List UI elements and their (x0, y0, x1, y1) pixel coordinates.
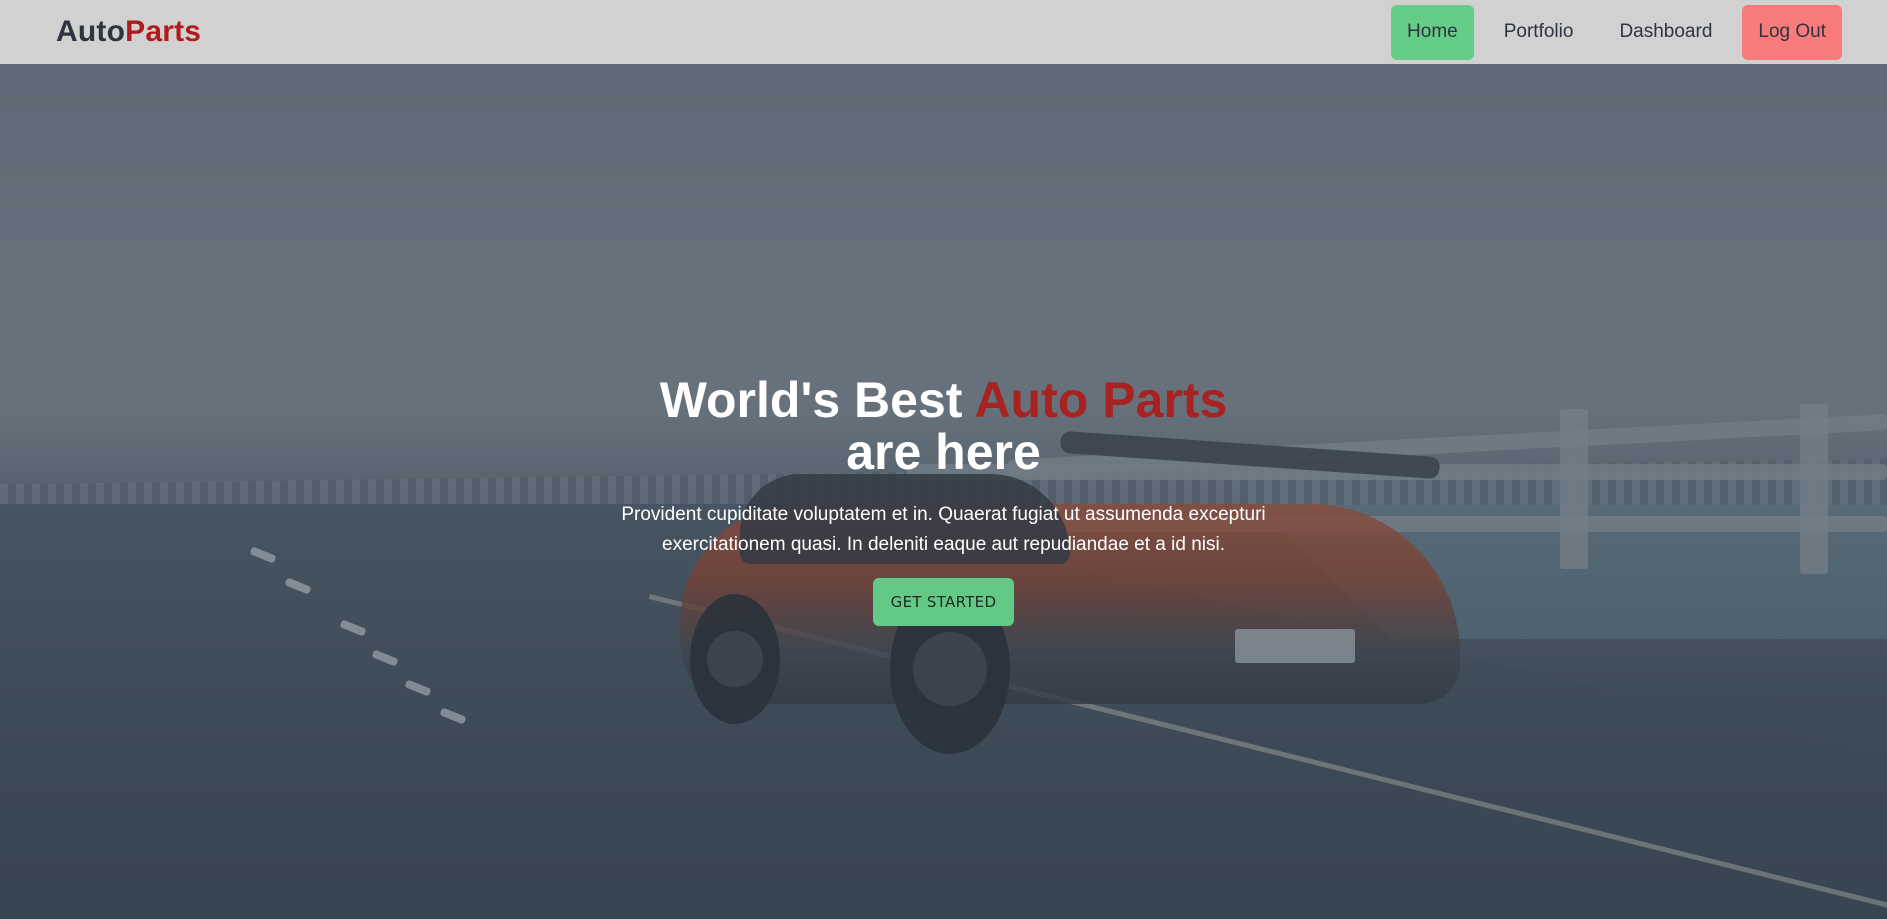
hero-title: World's Best Auto Parts are here (594, 374, 1294, 478)
hero-title-accent: Auto Parts (974, 372, 1228, 428)
brand-logo-part1: Auto (56, 15, 126, 48)
brand-logo[interactable]: AutoParts (56, 15, 201, 49)
main-nav: Home Portfolio Dashboard Log Out (1391, 4, 1842, 60)
top-navbar: AutoParts Home Portfolio Dashboard Log O… (0, 0, 1887, 64)
hero-description: Provident cupiditate voluptatem et in. Q… (621, 504, 1266, 555)
logout-button[interactable]: Log Out (1742, 4, 1842, 60)
hero-section: World's Best Auto Parts are here Provide… (0, 64, 1887, 919)
hero-title-part2: are here (846, 424, 1041, 480)
nav-portfolio-link[interactable]: Portfolio (1488, 5, 1590, 60)
nav-home-button[interactable]: Home (1391, 4, 1474, 60)
hero-title-part1: World's Best (659, 372, 975, 428)
nav-dashboard-link[interactable]: Dashboard (1603, 5, 1728, 60)
hero-content: World's Best Auto Parts are here Provide… (0, 374, 1887, 626)
get-started-button[interactable]: GET STARTED (872, 578, 1015, 626)
brand-logo-part2: Parts (125, 15, 202, 48)
